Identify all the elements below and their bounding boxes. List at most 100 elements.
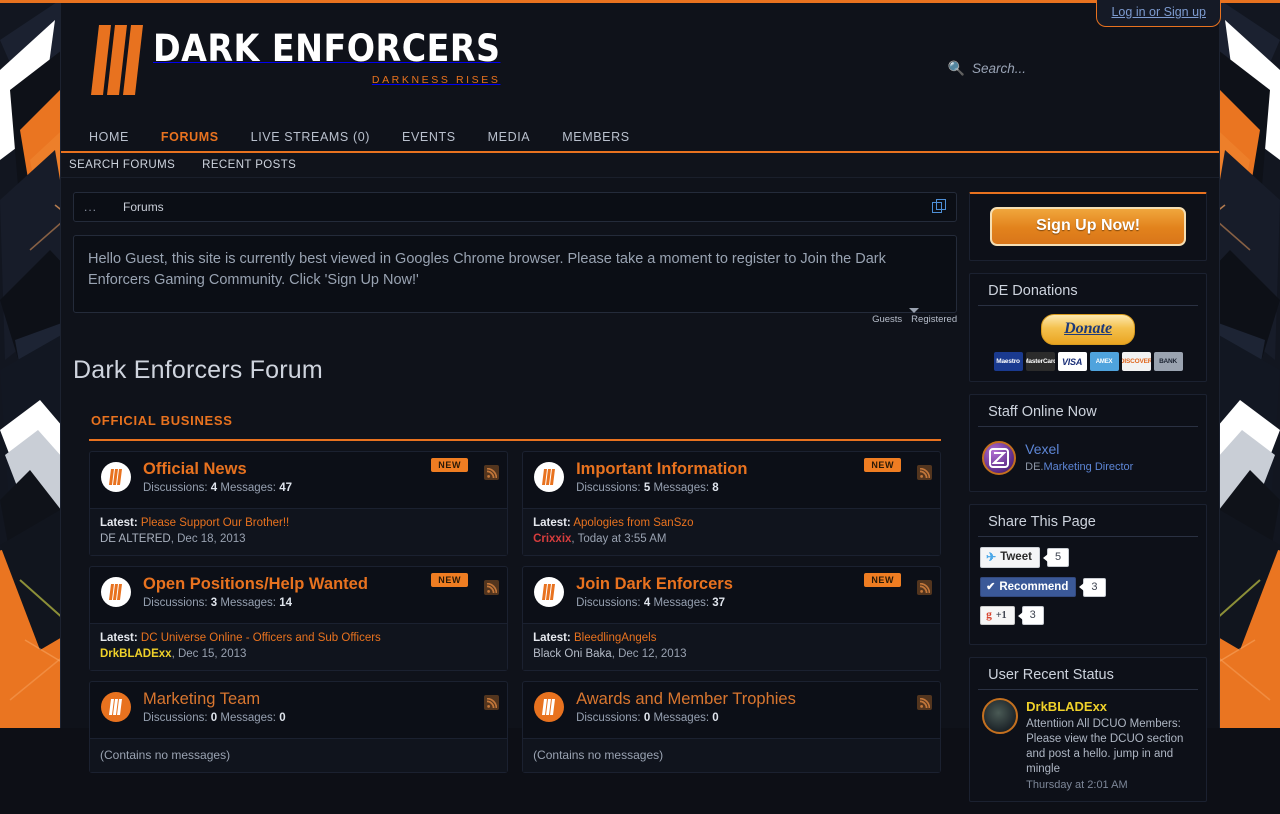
forum-status-icon-unread: [534, 577, 564, 607]
share-row-googleplus: g +1 3: [980, 606, 1196, 625]
latest-post-author[interactable]: Black Oni Baka: [533, 648, 612, 660]
visitor-legend-guests: Guests: [872, 314, 902, 332]
rss-icon[interactable]: [917, 580, 932, 595]
status-user-name[interactable]: DrkBLADExx: [1026, 699, 1107, 714]
site-header: DARK ENFORCERS DARKNESS RISES 🔍 Search..…: [61, 0, 1219, 122]
page-title: Dark Enforcers Forum: [73, 356, 957, 385]
sidebar-staff-online-block: Staff Online Now Vexel DE.Marketing Dire…: [969, 394, 1207, 492]
staff-role-prefix: DE.: [1025, 461, 1043, 473]
forum-title-link[interactable]: Join Dark Enforcers: [576, 575, 733, 593]
search-input[interactable]: 🔍 Search...: [948, 60, 1026, 77]
discussions-label: Discussions:: [576, 712, 641, 724]
nav-item-recent-posts[interactable]: RECENT POSTS: [202, 159, 296, 171]
accent-top-rule: [0, 0, 1280, 3]
rss-icon[interactable]: [484, 695, 499, 710]
recommend-button[interactable]: ✔ Recommend: [980, 577, 1076, 597]
tweet-label: Tweet: [1000, 551, 1032, 563]
share-title: Share This Page: [978, 505, 1198, 537]
main-column: ... Forums Hello Guest, this site is cur…: [73, 192, 957, 814]
open-in-new-icon[interactable]: [932, 199, 946, 218]
forum-title-link[interactable]: Official News: [143, 460, 292, 478]
forum-title-link[interactable]: Awards and Member Trophies: [576, 690, 796, 708]
forum-node[interactable]: Awards and Member Trophies Discussions: …: [522, 681, 941, 773]
content-area: ... Forums Hello Guest, this site is cur…: [61, 178, 1219, 814]
latest-post-date: , Dec 12, 2013: [612, 648, 687, 660]
latest-post-author[interactable]: DE ALTERED: [100, 533, 171, 545]
status-item: DrkBLADExx Attentiion All DCUO Members: …: [980, 696, 1196, 791]
google-plus-one-button[interactable]: g +1: [980, 606, 1014, 625]
status-timestamp: Thursday at 2:01 AM: [1026, 779, 1194, 791]
nav-item-events[interactable]: EVENTS: [402, 130, 456, 144]
site-logo[interactable]: DARK ENFORCERS DARKNESS RISES: [91, 25, 500, 95]
search-placeholder-text: Search...: [972, 61, 1026, 76]
forum-status-icon-unread: [101, 577, 131, 607]
forum-cell: Important Information Discussions: 5 Mes…: [515, 441, 941, 556]
breadcrumb-collapsed-toggle[interactable]: ...: [84, 200, 97, 214]
forum-node[interactable]: Important Information Discussions: 5 Mes…: [522, 451, 941, 556]
forum-status-icon-read: [101, 692, 131, 722]
sign-up-now-button[interactable]: Sign Up Now!: [990, 207, 1186, 246]
discussions-label: Discussions:: [143, 482, 208, 494]
google-plus-icon: g: [986, 609, 992, 621]
forum-stats: Discussions: 0 Messages: 0: [143, 712, 286, 724]
forum-grid: Official News Discussions: 4 Messages: 4…: [73, 441, 957, 773]
forum-cell: Open Positions/Help Wanted Discussions: …: [89, 556, 515, 671]
plus-one-count: 3: [1022, 606, 1044, 625]
messages-count: 0: [712, 712, 718, 724]
latest-post-title[interactable]: Apologies from SanSzo: [573, 517, 693, 529]
forum-empty-message: (Contains no messages): [523, 738, 940, 772]
forum-title-link[interactable]: Open Positions/Help Wanted: [143, 575, 368, 593]
staff-member-name[interactable]: Vexel: [1025, 441, 1133, 457]
card-icon-mastercard: MasterCard: [1026, 352, 1055, 371]
latest-post-date: , Dec 18, 2013: [171, 533, 246, 545]
avatar[interactable]: [982, 698, 1018, 734]
rss-icon[interactable]: [917, 695, 932, 710]
card-icon-bank: BANK: [1154, 352, 1183, 371]
forum-node[interactable]: Open Positions/Help Wanted Discussions: …: [89, 566, 508, 671]
login-signup-button[interactable]: Log in or Sign up: [1096, 0, 1221, 27]
rss-icon[interactable]: [484, 465, 499, 480]
nav-item-forums[interactable]: FORUMS: [161, 130, 219, 144]
sidebar: Sign Up Now! DE Donations Donate Maestro…: [969, 192, 1207, 814]
share-row-facebook: ✔ Recommend 3: [980, 577, 1196, 597]
latest-post-author[interactable]: Crixxix: [533, 533, 571, 545]
latest-post-title[interactable]: BleedlingAngels: [574, 632, 656, 644]
messages-count: 14: [279, 597, 292, 609]
visitor-legend: Guests Registered: [73, 314, 957, 332]
forum-status-icon-unread: [534, 462, 564, 492]
latest-post-author[interactable]: DrkBLADExx: [100, 648, 172, 660]
nav-item-search-forums[interactable]: SEARCH FORUMS: [69, 159, 175, 171]
rss-icon[interactable]: [484, 580, 499, 595]
staff-member-row[interactable]: Vexel DE.Marketing Director: [980, 437, 1196, 481]
breadcrumb-item-forums[interactable]: Forums: [123, 200, 164, 214]
breadcrumb: ... Forums: [73, 192, 957, 222]
nav-item-home[interactable]: HOME: [89, 130, 129, 144]
forum-title-link[interactable]: Important Information: [576, 460, 747, 478]
card-icon-amex: AMEX: [1090, 352, 1119, 371]
sidebar-user-status-block: User Recent Status DrkBLADExx Attentiion…: [969, 657, 1207, 802]
latest-post-title[interactable]: Please Support Our Brother!!: [141, 517, 289, 529]
share-row-twitter: ✈ Tweet 5: [980, 547, 1196, 568]
forum-node[interactable]: Marketing Team Discussions: 0 Messages: …: [89, 681, 508, 773]
donate-button[interactable]: Donate: [1041, 314, 1135, 345]
discussions-label: Discussions:: [143, 597, 208, 609]
nav-item-media[interactable]: MEDIA: [488, 130, 531, 144]
twitter-bird-icon: ✈: [986, 550, 996, 564]
facebook-check-icon: ✔: [986, 580, 995, 593]
visitor-chart-arrow-icon: [909, 308, 919, 313]
nav-item-members[interactable]: MEMBERS: [562, 130, 629, 144]
visitor-legend-registered: Registered: [911, 314, 957, 332]
nav-item-live-streams[interactable]: LIVE STREAMS (0): [251, 130, 370, 144]
card-icon-discover: DISCOVER: [1122, 352, 1151, 371]
latest-post-title[interactable]: DC Universe Online - Officers and Sub Of…: [141, 632, 381, 644]
forum-node[interactable]: Join Dark Enforcers Discussions: 4 Messa…: [522, 566, 941, 671]
rss-icon[interactable]: [917, 465, 932, 480]
site-title: DARK ENFORCERS: [153, 27, 500, 70]
forum-title-link[interactable]: Marketing Team: [143, 690, 286, 708]
avatar: [982, 441, 1016, 475]
forum-cell: Awards and Member Trophies Discussions: …: [515, 671, 941, 773]
forum-node[interactable]: Official News Discussions: 4 Messages: 4…: [89, 451, 508, 556]
tweet-button[interactable]: ✈ Tweet: [980, 547, 1040, 568]
latest-post-date: , Today at 3:55 AM: [571, 533, 666, 545]
new-badge: NEW: [864, 458, 901, 472]
